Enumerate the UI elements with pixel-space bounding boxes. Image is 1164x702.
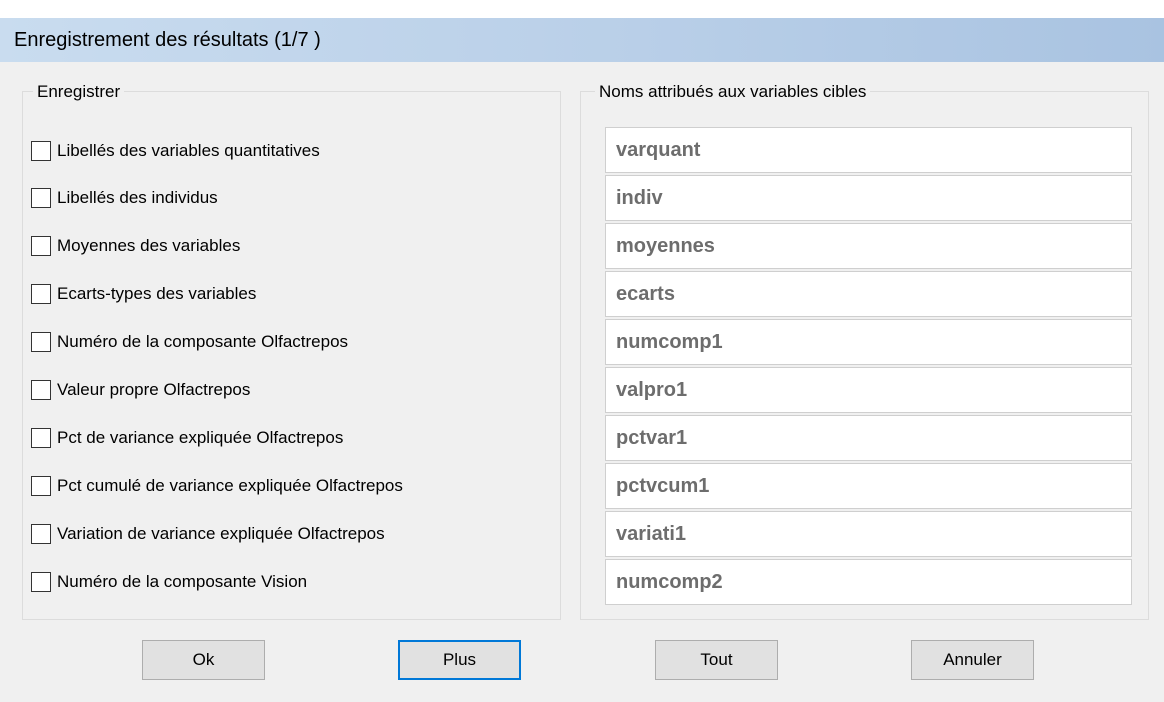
checkbox-label: Pct cumulé de variance expliquée Olfactr… [57, 476, 403, 495]
checkbox-variable-stddev[interactable]: Ecarts-types des variables [31, 281, 256, 307]
checkbox-box[interactable] [31, 428, 51, 448]
checkbox-individual-labels[interactable]: Libellés des individus [31, 185, 218, 211]
checkbox-box[interactable] [31, 236, 51, 256]
checkbox-box[interactable] [31, 476, 51, 496]
checkbox-label: Moyennes des variables [57, 236, 241, 255]
checkbox-component-number-vision[interactable]: Numéro de la composante Vision [31, 569, 307, 595]
field-pctvar1[interactable]: pctvar1 [605, 415, 1132, 461]
checkbox-box[interactable] [31, 380, 51, 400]
checkbox-label: Ecarts-types des variables [57, 284, 257, 303]
field-numcomp1[interactable]: numcomp1 [605, 319, 1132, 365]
checkbox-label: Numéro de la composante Olfactrepos [57, 332, 349, 351]
field-ecarts[interactable]: ecarts [605, 271, 1132, 317]
checkbox-label: Libellés des variables quantitatives [57, 141, 320, 160]
checkbox-box[interactable] [31, 332, 51, 352]
field-variati1[interactable]: variati1 [605, 511, 1132, 557]
annuler-button[interactable]: Annuler [911, 640, 1034, 680]
checkbox-box[interactable] [31, 524, 51, 544]
field-varquant[interactable]: varquant [605, 127, 1132, 173]
checkbox-label: Libellés des individus [57, 188, 218, 207]
field-valpro1[interactable]: valpro1 [605, 367, 1132, 413]
checkbox-label: Numéro de la composante Vision [57, 572, 308, 591]
checkbox-eigenvalue-olfactrepos[interactable]: Valeur propre Olfactrepos [31, 377, 250, 403]
window-title: Enregistrement des résultats (1/7 ) [0, 18, 1164, 62]
tout-button[interactable]: Tout [655, 640, 778, 680]
checkbox-quantitative-labels[interactable]: Libellés des variables quantitatives [31, 138, 320, 164]
checkbox-label: Variation de variance expliquée Olfactre… [57, 524, 385, 543]
field-indiv[interactable]: indiv [605, 175, 1132, 221]
checkbox-box[interactable] [31, 572, 51, 592]
field-moyennes[interactable]: moyennes [605, 223, 1132, 269]
checkbox-variance-variation-olfactrepos[interactable]: Variation de variance expliquée Olfactre… [31, 521, 385, 547]
field-pctvcum1[interactable]: pctvcum1 [605, 463, 1132, 509]
plus-button[interactable]: Plus [398, 640, 521, 680]
target-names-label: Noms attribués aux variables cibles [595, 79, 871, 105]
checkbox-label: Valeur propre Olfactrepos [57, 380, 251, 399]
checkbox-pct-variance-olfactrepos[interactable]: Pct de variance expliquée Olfactrepos [31, 425, 343, 451]
save-options-label: Enregistrer [33, 79, 125, 105]
checkbox-box[interactable] [31, 284, 51, 304]
checkbox-box[interactable] [31, 141, 51, 161]
checkbox-component-number-olfactrepos[interactable]: Numéro de la composante Olfactrepos [31, 329, 348, 355]
checkbox-box[interactable] [31, 188, 51, 208]
checkbox-variable-means[interactable]: Moyennes des variables [31, 233, 240, 259]
field-numcomp2[interactable]: numcomp2 [605, 559, 1132, 605]
dialog-body: Enregistrer Noms attribués aux variables… [0, 62, 1164, 702]
checkbox-label: Pct de variance expliquée Olfactrepos [57, 428, 344, 447]
checkbox-cumulative-variance-olfactrepos[interactable]: Pct cumulé de variance expliquée Olfactr… [31, 473, 403, 499]
ok-button[interactable]: Ok [142, 640, 265, 680]
